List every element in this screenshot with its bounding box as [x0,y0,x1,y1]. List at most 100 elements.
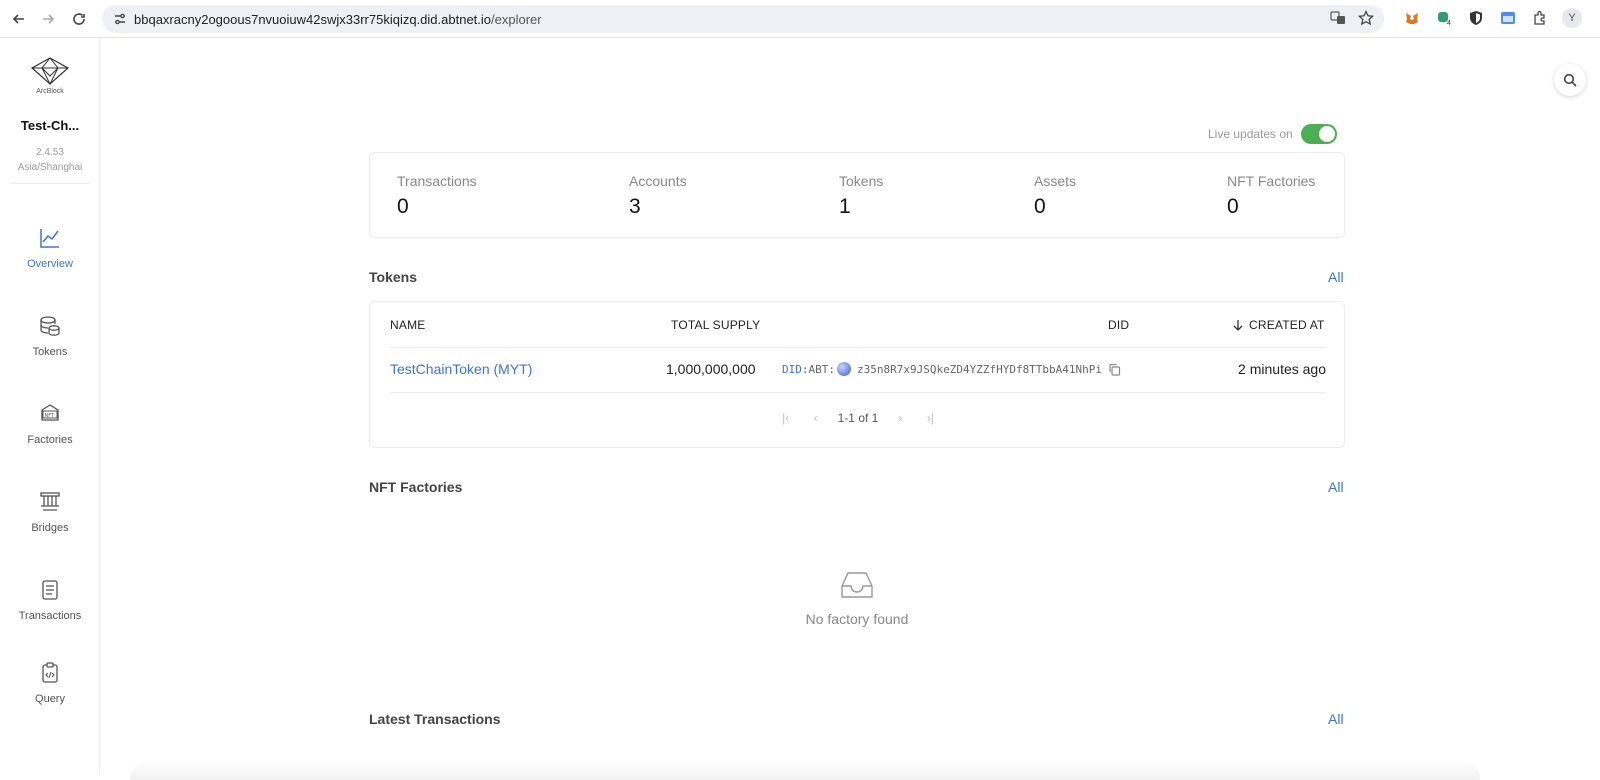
toggle-knob [1318,126,1335,142]
header-divider [390,347,1326,348]
did-prefix: DID [782,362,802,376]
sidebar-item-transactions[interactable]: Transactions [0,578,100,638]
bridge-icon [40,492,60,511]
stat-label: Tokens [839,173,884,189]
forward-arrow-icon[interactable] [38,9,58,29]
sidebar-item-label: Query [35,693,65,705]
stat-value: 0 [1034,195,1046,218]
stats-card: Transactions 0 Accounts 3 Tokens 1 Asset… [369,152,1345,238]
nft-section-title: NFT Factories [369,479,463,495]
row-divider [390,392,1326,393]
stat-value: 0 [1227,195,1239,218]
chain-name: Test-Ch... [20,118,80,133]
sidebar-item-label: Transactions [18,610,82,622]
browser-window-extension-icon[interactable] [1498,8,1518,28]
sidebar-item-query[interactable]: Query [0,661,100,721]
prev-page-icon[interactable]: ‹ [808,411,824,425]
transactions-section-title: Latest Transactions [369,711,501,727]
url-text: bbqaxracny2ogoous7nvuoiuw42swjx33rr75kiq… [134,12,542,27]
stat-assets: Assets 0 [1034,173,1076,219]
address-bar[interactable]: bbqaxracny2ogoous7nvuoiuw42swjx33rr75kiq… [102,5,1384,33]
nft-icon: NFT [41,404,59,421]
profile-avatar[interactable]: Y [1562,8,1582,28]
document-icon [42,580,58,600]
did-address[interactable]: z35n8R7x9JSQkeZD4YZZfHYDf8TTbbA41NhPi [857,363,1102,376]
copy-icon[interactable] [1108,363,1121,376]
sidebar-item-bridges[interactable]: Bridges [0,490,100,550]
bottom-card-edge [130,760,1480,780]
nft-all-link[interactable]: All [1328,479,1344,495]
empty-inbox-icon [841,572,873,598]
clipboard-code-icon [42,662,58,683]
sidebar-item-label: Bridges [31,522,69,534]
token-created-at: 2 minutes ago [1238,361,1326,377]
bookmark-star-icon[interactable] [1357,9,1375,31]
sidebar-divider [10,183,90,184]
search-button[interactable] [1554,64,1586,96]
sidebar-item-tokens[interactable]: Tokens [0,314,100,374]
search-icon [1563,73,1577,87]
sidebar-item-label: Factories [27,434,73,446]
live-updates: Live updates on [1208,124,1337,144]
reload-icon[interactable] [69,9,89,29]
chart-line-icon [40,229,59,248]
stat-label: Transactions [397,173,477,189]
stat-label: NFT Factories [1227,173,1316,189]
shield-extension-icon[interactable] [1466,8,1486,28]
column-header-created-at[interactable]: CREATED AT [1232,318,1325,332]
svg-text:NFT: NFT [45,413,56,419]
sidebar: ArcBlock Test-Ch... 2.4.53 Asia/Shanghai… [0,38,100,775]
url-host: bbqaxracny2ogoous7nvuoiuw42swjx33rr75kiq… [134,11,492,27]
last-page-icon[interactable]: ›| [922,411,938,425]
tokens-table: NAME TOTAL SUPPLY DID CREATED AT TestCha… [369,301,1345,448]
sidebar-item-label: Tokens [32,346,68,358]
puzzle-extensions-icon[interactable] [1530,8,1550,28]
logo-text: ArcBlock [36,88,64,95]
stat-transactions: Transactions 0 [397,173,477,219]
url-path: /explorer [491,11,542,27]
back-arrow-icon[interactable] [9,9,29,29]
did-avatar-icon [837,362,851,376]
sidebar-item-label: Overview [27,258,73,270]
stat-label: Assets [1034,173,1077,189]
column-header-created-at-label: CREATED AT [1249,318,1325,332]
arcblock-logo-icon [30,57,70,86]
nft-empty-message: No factory found [805,611,909,627]
tokens-all-link[interactable]: All [1328,269,1344,285]
sort-down-arrow-icon [1233,320,1243,331]
chain-timezone: Asia/Shanghai [17,162,83,173]
stat-accounts: Accounts 3 [629,173,687,219]
column-header-name[interactable]: NAME [390,318,425,332]
column-header-did[interactable]: DID [1108,318,1129,332]
sidebar-item-overview[interactable]: Overview [0,226,100,286]
sidebar-item-factories[interactable]: NFT Factories [0,402,100,462]
pagination: |‹ ‹ 1-1 of 1 › ›| [370,411,1346,425]
live-updates-toggle[interactable] [1300,124,1337,144]
browser-toolbar: bbqaxracny2ogoous7nvuoiuw42swjx33rr75kiq… [0,0,1600,38]
svg-text:4: 4 [1447,20,1451,26]
next-page-icon[interactable]: › [892,411,908,425]
stat-tokens: Tokens 1 [839,173,883,219]
nft-empty-state: No factory found [369,570,1345,627]
token-name-link[interactable]: TestChainToken (MYT) [390,361,532,377]
stat-value: 3 [629,195,641,218]
stat-value: 1 [839,195,851,218]
stat-label: Accounts [629,173,687,189]
token-total-supply: 1,000,000,000 [666,361,756,377]
site-settings-icon[interactable] [106,12,134,26]
metamask-extension-icon[interactable] [1402,8,1422,28]
did-method: :ABT: [801,362,835,376]
coins-stack-icon [40,316,60,336]
tokens-section-title: Tokens [369,269,417,285]
chain-version: 2.4.53 [36,147,64,158]
pagination-range: 1-1 of 1 [837,411,879,425]
transactions-all-link[interactable]: All [1328,711,1344,727]
token-did: DID :ABT: z35n8R7x9JSQkeZD4YZZfHYDf8TTbb… [782,362,1121,376]
column-header-total-supply[interactable]: TOTAL SUPPLY [671,318,760,332]
stat-nft-factories: NFT Factories 0 [1227,173,1315,219]
first-page-icon[interactable]: |‹ [778,411,794,425]
stat-value: 0 [397,195,409,218]
live-updates-label: Live updates on [1208,127,1293,141]
wallet-extension-icon[interactable]: 4 [1434,8,1454,28]
translate-icon[interactable] [1330,10,1346,31]
